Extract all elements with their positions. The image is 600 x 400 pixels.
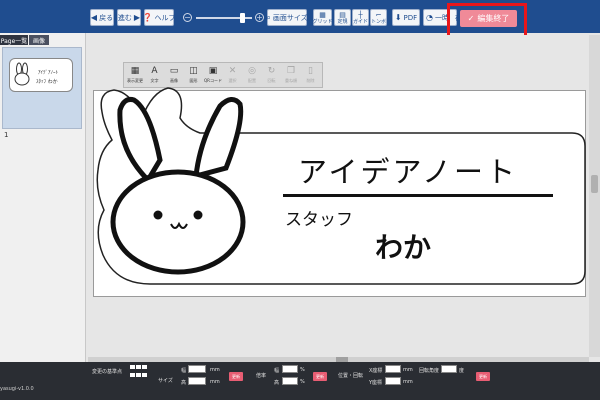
ratio-width-input[interactable] [282, 365, 298, 373]
ratio-label: 倍率 [256, 373, 267, 379]
ratio-width-unit: % [300, 367, 305, 373]
x-coordinate-label: X座標 [369, 368, 383, 374]
nametag-role[interactable]: スタッフ [285, 205, 353, 230]
size-height-unit: mm [210, 379, 220, 385]
ratio-height-input[interactable] [282, 377, 298, 385]
size-height-input[interactable] [188, 377, 206, 385]
x-coordinate-unit: mm [403, 367, 413, 373]
size-height-label: 高 [181, 380, 187, 386]
name-tag-artwork [96, 87, 586, 285]
rotation-label: 回転角度 [419, 368, 440, 374]
rotation-input[interactable] [441, 365, 457, 373]
y-coordinate-unit: mm [403, 379, 413, 385]
ratio-width-label: 幅 [274, 368, 280, 374]
ratio-height-unit: % [300, 379, 305, 385]
rabbit-right-eye [193, 210, 203, 220]
y-coordinate-input[interactable] [385, 377, 401, 385]
anchor-label: 変更の基準点 [92, 369, 123, 375]
title-underline[interactable] [283, 194, 553, 197]
position-label: 位置・回転 [338, 373, 364, 379]
size-apply-button[interactable]: 更新 [229, 372, 243, 381]
ratio-height-label: 高 [274, 380, 280, 386]
x-coordinate-input[interactable] [385, 365, 401, 373]
size-width-input[interactable] [188, 365, 206, 373]
y-coordinate-label: Y座標 [369, 380, 383, 386]
nametag-name[interactable]: わか [375, 226, 431, 266]
size-label: サイズ [158, 378, 173, 384]
size-width-label: 幅 [181, 368, 187, 374]
properties-bar: 変更の基準点 サイズ 幅 mm 高 mm 更新 倍率 幅 % 高 % 更新 位置… [0, 362, 600, 400]
rabbit-head [110, 169, 246, 275]
rotation-unit: 度 [459, 368, 465, 374]
position-apply-button[interactable]: 更新 [476, 372, 490, 381]
nametag-title[interactable]: アイデアノート [298, 149, 518, 191]
rabbit-left-eye [153, 210, 163, 220]
anchor-point-grid[interactable] [130, 365, 148, 379]
version-text: yasugi-v1.0.0 [0, 386, 34, 392]
ratio-apply-button[interactable]: 更新 [313, 372, 327, 381]
size-width-unit: mm [210, 367, 220, 373]
